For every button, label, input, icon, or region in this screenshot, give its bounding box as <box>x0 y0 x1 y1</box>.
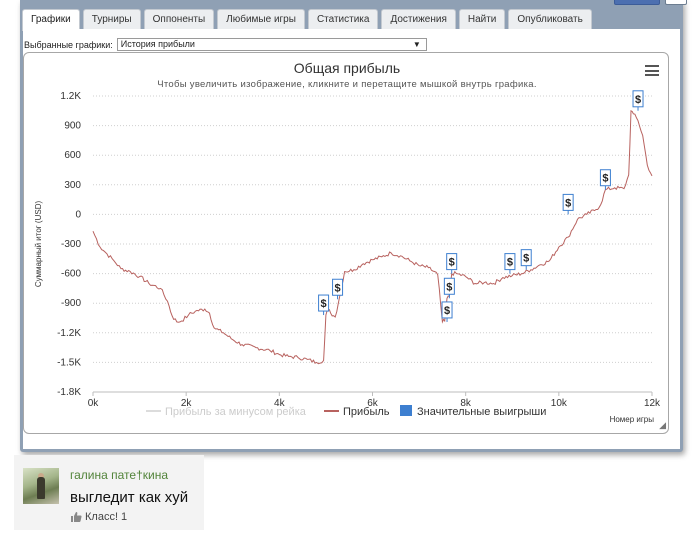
dropdown-arrow-icon: ▼ <box>412 40 421 49</box>
big-win-marker-label: $ <box>446 281 452 293</box>
big-win-marker: $ <box>599 169 611 190</box>
graph-selector-dropdown[interactable]: История прибыли ▼ <box>116 38 427 51</box>
y-tick-label: -900 <box>61 298 81 309</box>
big-win-marker: $ <box>443 277 455 299</box>
x-tick-label: 10k <box>551 398 568 409</box>
tab-tournaments[interactable]: Турниры <box>82 9 141 30</box>
tab-find[interactable]: Найти <box>458 9 506 30</box>
x-tick-label: 12k <box>644 398 661 409</box>
y-tick-label: 1.2K <box>60 91 81 102</box>
y-tick-label: -300 <box>61 239 81 250</box>
comment-card: галина пате†кина выгледит как хуй Класс!… <box>14 455 204 530</box>
tab-favorite-games[interactable]: Любимые игры <box>217 9 305 30</box>
window-control-button[interactable] <box>665 0 687 5</box>
y-tick-label: -600 <box>61 269 81 280</box>
tab-bar: Графики Турниры Оппоненты Любимые игры С… <box>22 9 592 31</box>
avatar[interactable] <box>23 468 59 504</box>
big-win-marker-label: $ <box>321 298 327 310</box>
big-win-marker: $ <box>562 193 574 215</box>
big-win-marker-label: $ <box>602 173 608 185</box>
share-button[interactable] <box>614 0 660 5</box>
tab-achievements[interactable]: Достижения <box>381 9 456 30</box>
profit-chart[interactable]: Общая прибыль Чтобы увеличить изображени… <box>23 52 669 434</box>
big-win-marker: $ <box>446 253 458 274</box>
tab-content: Выбранные графики: История прибыли ▼ Общ… <box>23 29 680 449</box>
graph-selector-label: Выбранные графики: <box>24 39 113 50</box>
y-tick-label: 300 <box>64 180 81 191</box>
like-control[interactable]: Класс! 1 <box>70 511 127 523</box>
x-tick-label: 0k <box>88 398 100 409</box>
x-axis-title: Номер игры <box>610 415 655 424</box>
tab-publish[interactable]: Опубликовать <box>508 9 592 30</box>
y-tick-label: -1.2K <box>57 328 81 339</box>
like-count: Класс! 1 <box>85 511 128 523</box>
big-win-marker-label: $ <box>565 197 571 209</box>
y-tick-label: 900 <box>64 121 81 132</box>
window-frame: Графики Турниры Оппоненты Любимые игры С… <box>20 0 687 452</box>
comment-author[interactable]: галина пате†кина <box>70 468 168 482</box>
y-axis-title: Суммарный итог (USD) <box>34 201 43 288</box>
big-win-marker: $ <box>520 249 532 270</box>
series-line-profit <box>92 109 653 365</box>
big-win-marker-label: $ <box>449 257 455 269</box>
big-win-marker-label: $ <box>635 94 641 106</box>
big-win-marker-label: $ <box>507 257 513 269</box>
legend-swatch-big-wins <box>400 405 412 416</box>
thumb-up-icon <box>71 512 82 522</box>
legend-label-rake: Прибыль за минусом рейка <box>165 406 307 418</box>
big-win-marker-label: $ <box>523 253 529 265</box>
y-tick-label: -1.8K <box>57 387 81 398</box>
legend-label-big-wins: Значительные выигрыши <box>417 406 546 418</box>
chart-svg: 1.2K 900 600 300 0 -300 -600 -900 -1.2K -1.5K -1.8… <box>34 90 661 424</box>
y-tick-label: 0 <box>75 209 81 220</box>
resize-handle-icon[interactable]: ◢ <box>659 420 666 431</box>
big-win-marker: $ <box>632 90 644 111</box>
app-window: Графики Турниры Оппоненты Любимые игры С… <box>0 0 700 540</box>
tab-graphs[interactable]: Графики <box>22 9 80 31</box>
legend-label-profit: Прибыль <box>343 406 390 418</box>
comment-text: выгледит как хуй <box>70 489 189 506</box>
big-win-marker-label: $ <box>335 282 341 294</box>
y-tick-label: -1.5K <box>57 357 81 368</box>
big-win-marker: $ <box>504 253 516 274</box>
tab-opponents[interactable]: Оппоненты <box>143 9 215 30</box>
legend: Прибыль за минусом рейка Прибыль Значитель… <box>146 405 546 418</box>
tab-statistics[interactable]: Статистика <box>307 9 379 30</box>
big-win-marker: $ <box>332 278 344 300</box>
graph-selector-row: Выбранные графики: История прибыли ▼ <box>24 38 427 51</box>
graph-selector-value: История прибыли <box>120 39 195 49</box>
big-win-marker-label: $ <box>444 305 450 317</box>
y-tick-label: 600 <box>64 150 81 161</box>
